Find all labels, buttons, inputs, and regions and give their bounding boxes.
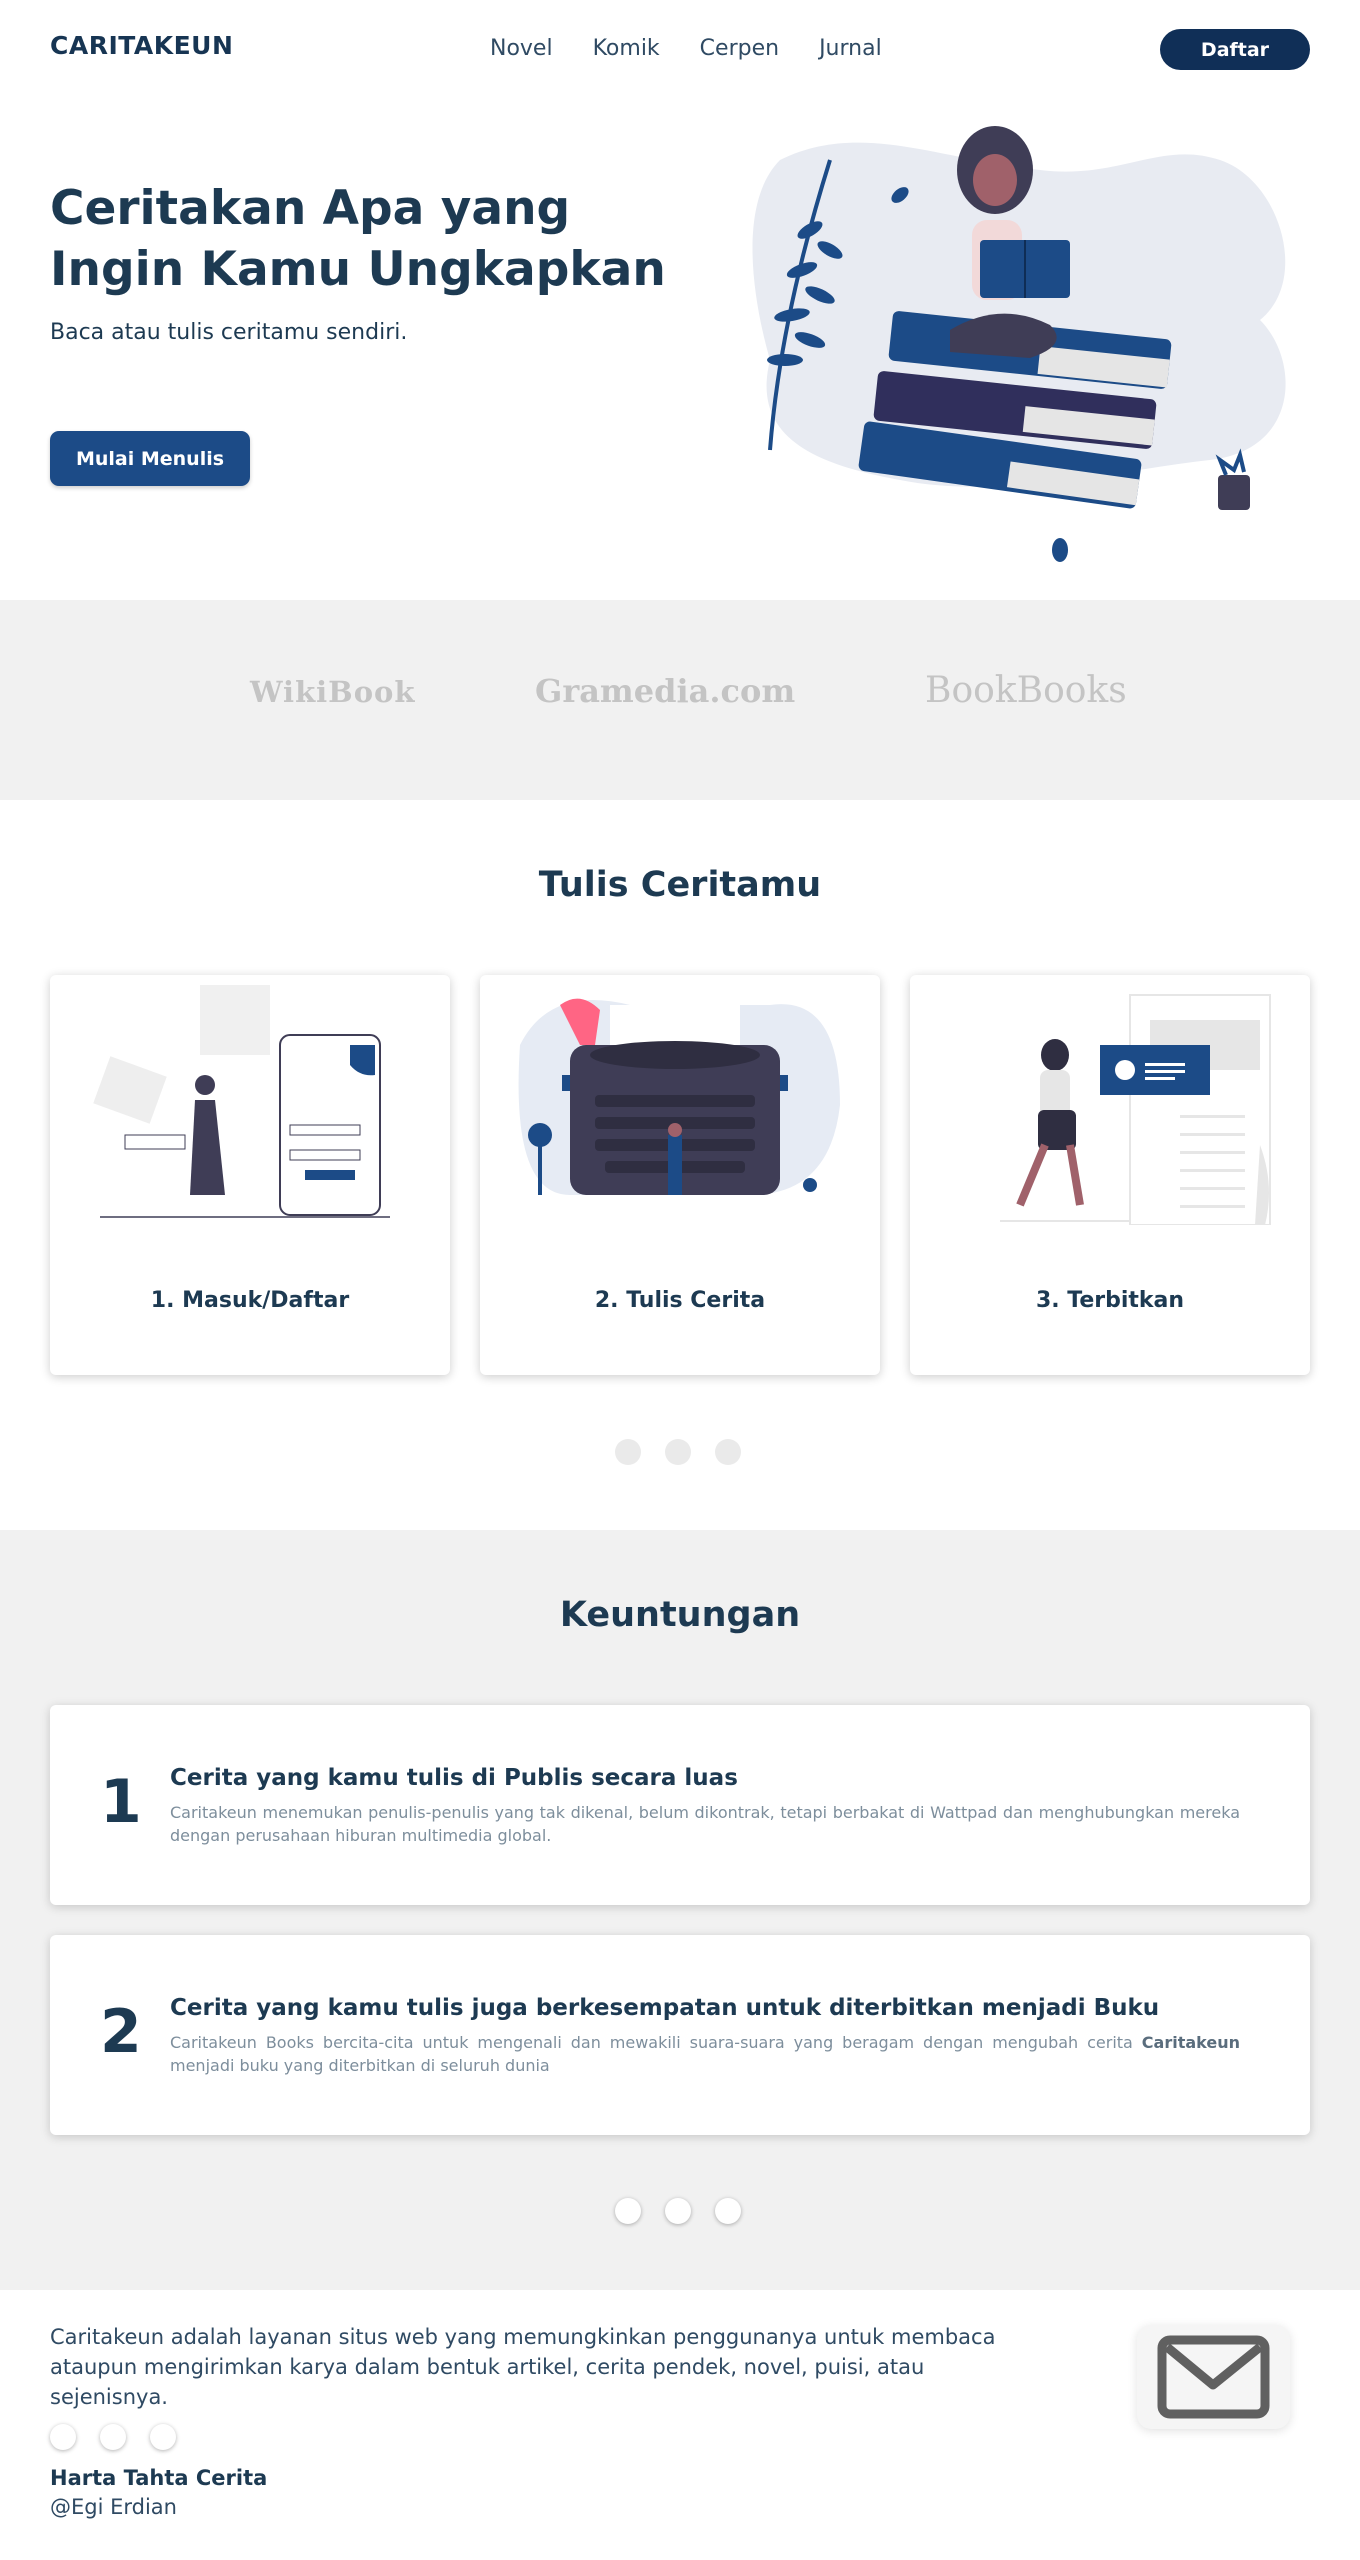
hero-subtitle: Baca atau tulis ceritamu sendiri. [50,320,408,345]
social-icon[interactable] [50,2424,76,2450]
benefit-title: Cerita yang kamu tulis juga berkesempata… [170,1995,1160,2021]
steps-carousel-dots [615,1439,741,1465]
partner-logo-gramedia[interactable]: Gramedia.com [535,672,795,710]
nav-link-komik[interactable]: Komik [593,36,660,61]
carousel-dot[interactable] [715,1439,741,1465]
social-icon[interactable] [150,2424,176,2450]
start-writing-button[interactable]: Mulai Menulis [50,431,250,486]
partners-strip: WikiBook Gramedia.com BookBooks [0,600,1360,800]
mail-button[interactable] [1137,2325,1290,2429]
benefits-carousel-dots [615,2198,741,2224]
partner-logo-wikibook[interactable]: WikiBook [250,675,415,709]
benefit-desc-brand: Caritakeun [1141,2033,1240,2052]
social-icon[interactable] [100,2424,126,2450]
hero-title: Ceritakan Apa yang Ingin Kamu Ungkapkan [50,181,666,297]
step-card-label: 2. Tulis Cerita [594,1288,766,1313]
benefit-number: 2 [100,1997,142,2067]
steps-section-title: Tulis Ceritamu [538,865,822,905]
carousel-dot[interactable] [665,1439,691,1465]
benefit-desc-text: Caritakeun Books bercita-cita untuk meng… [170,2033,1142,2052]
carousel-dot[interactable] [665,2198,691,2224]
footer-title: Harta Tahta Cerita [50,2466,268,2490]
benefit-number: 1 [100,1767,142,1837]
social-links [50,2424,176,2450]
brand-logo[interactable]: CARITAKEUN [50,31,233,60]
register-button[interactable]: Daftar [1160,29,1310,70]
benefit-desc-text: menjadi buku yang diterbitkan di seluruh… [170,2056,550,2075]
publish-illustration-icon [1000,994,1271,1225]
footer-author: @Egi Erdian [50,2495,177,2519]
benefit-card: 1 Cerita yang kamu tulis di Publis secar… [50,1705,1310,1905]
nav-link-cerpen[interactable]: Cerpen [700,36,779,61]
carousel-dot[interactable] [615,2198,641,2224]
reading-woman-illustration [752,126,1286,562]
step-card-write[interactable]: 2. Tulis Cerita [480,975,880,1375]
benefit-description: Caritakeun menemukan penulis-penulis yan… [170,1803,1240,1845]
benefits-section-title: Keuntungan [559,1595,801,1635]
nav-link-novel[interactable]: Novel [490,36,553,61]
carousel-dot[interactable] [615,1439,641,1465]
typewriter-illustration-icon [518,998,840,1195]
benefit-title: Cerita yang kamu tulis di Publis secara … [170,1765,738,1791]
top-navbar: CARITAKEUN Novel Komik Cerpen Jurnal Daf… [0,0,1360,100]
carousel-dot[interactable] [715,2198,741,2224]
step-card-publish[interactable]: 3. Terbitkan [910,975,1310,1375]
nav-link-jurnal[interactable]: Jurnal [819,36,882,61]
nav-links: Novel Komik Cerpen Jurnal [490,36,882,61]
partner-logo-bookbooks[interactable]: BookBooks [925,670,1127,711]
benefit-card: 2 Cerita yang kamu tulis juga berkesempa… [50,1935,1310,2135]
step-card-login[interactable]: 1. Masuk/Daftar [50,975,450,1375]
footer-about: Caritakeun adalah layanan situs web yang… [50,2325,996,2409]
benefit-description: Caritakeun Books bercita-cita untuk meng… [170,2031,1240,2077]
mail-icon [1157,2335,1270,2419]
login-illustration-icon [93,985,390,1218]
step-card-label: 1. Masuk/Daftar [150,1288,350,1313]
benefits-section [0,1530,1360,2290]
step-card-label: 3. Terbitkan [1035,1288,1185,1313]
